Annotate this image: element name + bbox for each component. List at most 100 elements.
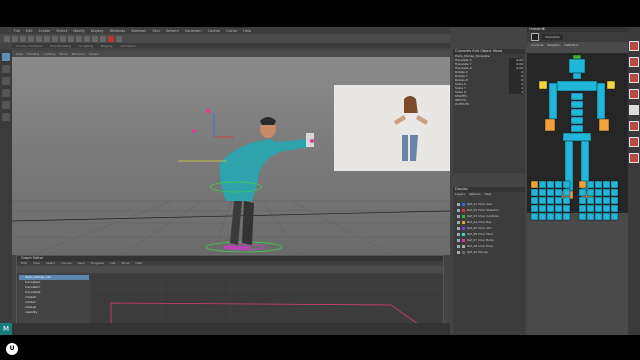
hik-finger[interactable] xyxy=(602,196,611,205)
render-settings-icon[interactable] xyxy=(108,35,114,42)
hik-hand-map[interactable] xyxy=(527,177,628,227)
hik-finger[interactable] xyxy=(554,204,563,213)
hik-finger[interactable] xyxy=(610,204,619,213)
select-icon[interactable] xyxy=(44,35,50,42)
visibility-icon[interactable] xyxy=(457,202,460,206)
options-tab[interactable]: Options xyxy=(469,192,481,197)
menu-modify[interactable]: Modify xyxy=(73,29,85,33)
undo-icon[interactable] xyxy=(28,35,34,42)
menu-help[interactable]: Help xyxy=(243,29,251,33)
graph-menu-tangents[interactable]: Tangents xyxy=(91,261,104,266)
hik-finger[interactable] xyxy=(594,212,603,221)
hik-finger[interactable] xyxy=(538,188,547,197)
hik-finger[interactable] xyxy=(538,196,547,205)
hik-finger[interactable] xyxy=(610,212,619,221)
visibility-icon[interactable] xyxy=(457,214,460,218)
hik-finger[interactable] xyxy=(578,180,587,189)
shelf-tab-poly-modeling[interactable]: Poly Modeling xyxy=(50,44,71,48)
graph-menu-edit[interactable]: Edit xyxy=(21,261,27,266)
history-icon[interactable] xyxy=(92,35,98,42)
new-scene-icon[interactable] xyxy=(4,35,10,42)
layer-color-swatch[interactable] xyxy=(462,238,465,242)
graph-menu-select[interactable]: Select xyxy=(46,261,55,266)
menu-control[interactable]: Control xyxy=(208,29,221,33)
hik-finger[interactable] xyxy=(602,212,611,221)
character-model[interactable] xyxy=(178,109,314,253)
hik-definition-tab[interactable]: Definition xyxy=(564,43,579,48)
rotate-tool-icon[interactable] xyxy=(2,101,10,109)
graph-menu-curves[interactable]: Curves xyxy=(61,261,71,266)
menu-cache[interactable]: Cache xyxy=(226,29,237,33)
hik-spine[interactable] xyxy=(570,100,584,109)
elbow-effector[interactable] xyxy=(192,129,196,133)
hik-finger[interactable] xyxy=(562,204,571,213)
layer-color-swatch[interactable] xyxy=(462,232,465,236)
hik-finger[interactable] xyxy=(610,180,619,189)
hik-finger[interactable] xyxy=(578,196,587,205)
layer-color-swatch[interactable] xyxy=(462,214,465,218)
snap-point-icon[interactable] xyxy=(84,35,90,42)
hik-finger[interactable] xyxy=(586,212,595,221)
menu-file[interactable]: File xyxy=(14,29,20,33)
hik-finger[interactable] xyxy=(530,188,539,197)
hik-finger[interactable] xyxy=(602,180,611,189)
menu-windows[interactable]: Windows xyxy=(110,29,126,33)
full-body-icon[interactable] xyxy=(629,41,639,51)
hik-head[interactable] xyxy=(568,58,586,74)
hik-neck[interactable] xyxy=(572,72,582,80)
snap-curve-icon[interactable] xyxy=(76,35,82,42)
snap-grid-icon[interactable] xyxy=(68,35,74,42)
show-tab[interactable]: Show xyxy=(493,49,502,53)
hik-finger[interactable] xyxy=(562,196,571,205)
hik-finger[interactable] xyxy=(546,188,555,197)
hik-finger[interactable] xyxy=(530,196,539,205)
character-icon[interactable] xyxy=(531,33,539,41)
shelf-tab-animation[interactable]: Animation xyxy=(120,44,135,48)
hik-finger[interactable] xyxy=(562,180,571,189)
hik-finger[interactable] xyxy=(578,188,587,197)
hik-finger[interactable] xyxy=(586,180,595,189)
layer-row[interactable]: Ref_09 Mocap xyxy=(453,249,525,255)
paint-icon[interactable] xyxy=(60,35,66,42)
menu-create[interactable]: Create xyxy=(39,29,51,33)
graph-menu-help[interactable]: Help xyxy=(135,261,142,266)
reach-icon[interactable] xyxy=(629,137,639,147)
hik-finger[interactable] xyxy=(538,204,547,213)
redo-icon[interactable] xyxy=(36,35,42,42)
hik-finger[interactable] xyxy=(546,196,555,205)
visibility-icon[interactable] xyxy=(457,226,460,230)
hik-finger[interactable] xyxy=(546,212,555,221)
graph-menu-show[interactable]: Show xyxy=(121,261,129,266)
layer-color-swatch[interactable] xyxy=(462,208,465,212)
hik-finger[interactable] xyxy=(530,204,539,213)
help-tab[interactable]: Help xyxy=(485,192,492,197)
ipr-icon[interactable] xyxy=(116,35,122,42)
character-dropdown[interactable]: Character xyxy=(542,34,563,40)
layer-color-swatch[interactable] xyxy=(462,220,465,224)
graph-menu-list[interactable]: List xyxy=(110,261,115,266)
hik-finger[interactable] xyxy=(562,212,571,221)
lasso-tool-icon[interactable] xyxy=(2,65,10,73)
time-slider[interactable] xyxy=(0,323,450,335)
hik-finger[interactable] xyxy=(530,180,539,189)
hik-left-arm[interactable] xyxy=(548,82,558,120)
move-tool-icon[interactable] xyxy=(2,89,10,97)
hik-finger[interactable] xyxy=(594,196,603,205)
body-part-icon[interactable] xyxy=(629,57,639,67)
hik-head-effector[interactable] xyxy=(572,54,582,60)
lasso-icon[interactable] xyxy=(52,35,58,42)
hik-left-hand[interactable] xyxy=(544,118,556,132)
hik-spine[interactable] xyxy=(570,108,584,117)
render-icon[interactable] xyxy=(100,35,106,42)
hik-finger[interactable] xyxy=(554,196,563,205)
hik-skeleton-tab[interactable]: Skeleton xyxy=(547,43,560,48)
edit-tab[interactable]: Edit xyxy=(472,49,479,53)
visibility-icon[interactable] xyxy=(457,232,460,236)
hik-finger[interactable] xyxy=(554,180,563,189)
shelf-tab-rigging[interactable]: Rigging xyxy=(101,44,112,48)
head-effector[interactable] xyxy=(206,109,210,113)
hik-spine[interactable] xyxy=(570,92,584,101)
hik-hips[interactable] xyxy=(562,132,592,142)
hik-finger[interactable] xyxy=(530,212,539,221)
channels-tab[interactable]: Channels xyxy=(455,49,471,53)
